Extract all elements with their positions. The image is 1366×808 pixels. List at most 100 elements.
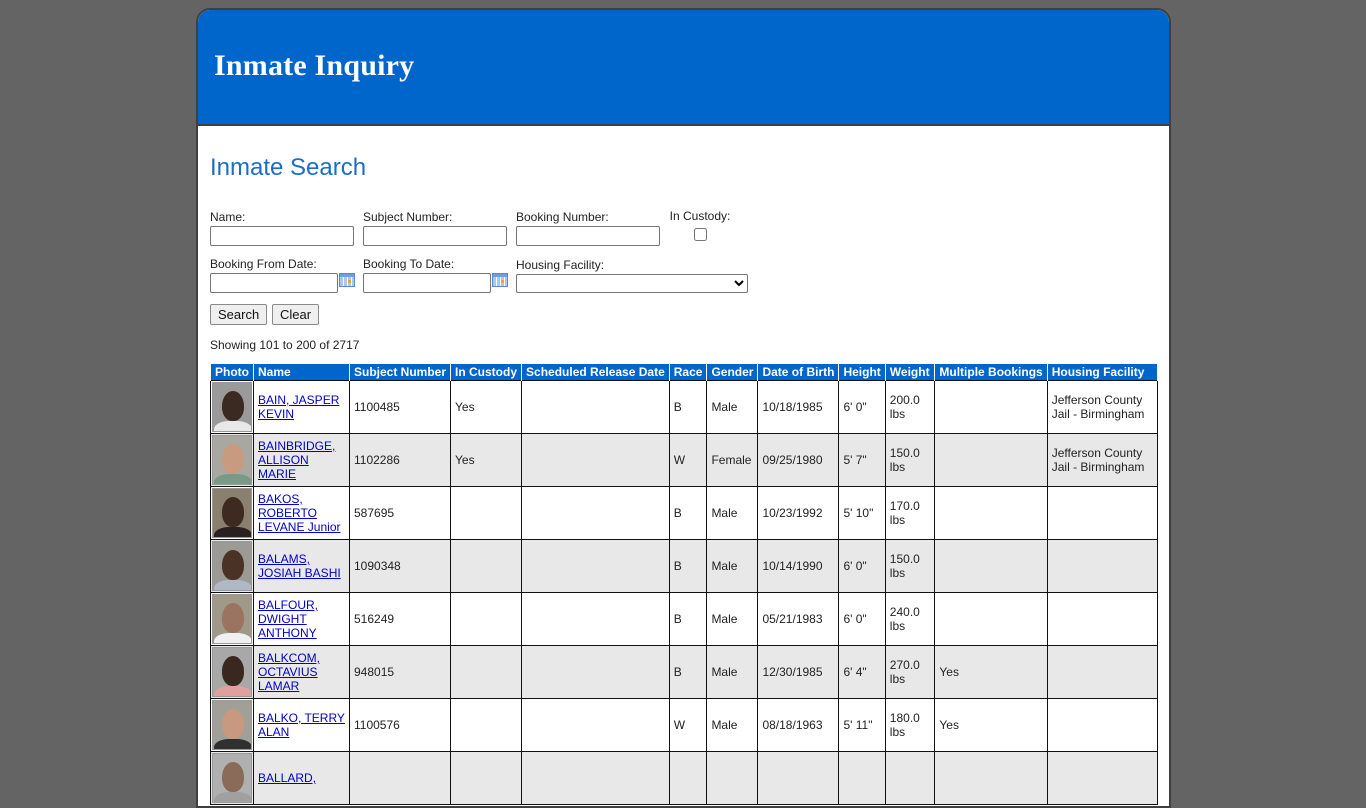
- in-custody-cell: [450, 592, 523, 646]
- inmate-photo[interactable]: [212, 594, 252, 644]
- column-header-gender[interactable]: Gender: [706, 364, 759, 381]
- inmate-name-link[interactable]: BAINBRIDGE, ALLISON MARIE: [258, 439, 335, 481]
- weight-cell: [884, 751, 936, 805]
- weight-cell: 150.0 lbs: [884, 539, 936, 593]
- multiple-bookings-cell: [934, 751, 1048, 805]
- column-header-weight[interactable]: Weight: [884, 364, 936, 381]
- weight-cell: 170.0 lbs: [884, 486, 936, 540]
- housing-facility-select[interactable]: [516, 274, 748, 293]
- column-header-multiple-bookings[interactable]: Multiple Bookings: [934, 364, 1048, 381]
- clear-button[interactable]: Clear: [272, 304, 320, 325]
- booking-to-date-input[interactable]: [363, 273, 491, 293]
- inmate-name-link[interactable]: BALKCOM, OCTAVIUS LAMAR: [258, 651, 320, 693]
- inmate-name-link[interactable]: BALLARD,: [258, 771, 316, 785]
- inmate-photo[interactable]: [212, 435, 252, 485]
- column-header-photo[interactable]: Photo: [210, 364, 254, 381]
- housing-facility-cell: [1046, 592, 1159, 646]
- table-row: BALKCOM, OCTAVIUS LAMAR 948015 B Male 12…: [210, 645, 1159, 699]
- height-cell: [838, 751, 886, 805]
- name-cell: BALAMS, JOSIAH BASHI: [253, 539, 350, 593]
- multiple-bookings-cell: [934, 486, 1048, 540]
- scheduled-release-date-cell: [521, 592, 670, 646]
- inmate-name-link[interactable]: BALAMS, JOSIAH BASHI: [258, 552, 341, 580]
- housing-facility-field-group: Housing Facility:: [516, 258, 748, 293]
- height-cell: 5' 7": [838, 433, 886, 487]
- gender-cell: Male: [706, 486, 759, 540]
- table-row: BAINBRIDGE, ALLISON MARIE 1102286 Yes W …: [210, 433, 1159, 487]
- inmate-photo[interactable]: [212, 700, 252, 750]
- column-header-subject-number[interactable]: Subject Number: [348, 364, 452, 381]
- height-cell: 6' 0": [838, 380, 886, 434]
- scheduled-release-date-cell: [521, 380, 670, 434]
- in-custody-cell: [450, 751, 523, 805]
- calendar-icon[interactable]: [492, 273, 508, 287]
- weight-cell: 180.0 lbs: [884, 698, 936, 752]
- name-cell: BAINBRIDGE, ALLISON MARIE: [253, 433, 350, 487]
- booking-number-input[interactable]: [516, 226, 660, 246]
- gender-cell: Male: [706, 698, 759, 752]
- booking-number-field-group: Booking Number:: [516, 210, 660, 246]
- table-row: BAKOS, ROBERTO LEVANE Junior 587695 B Ma…: [210, 486, 1159, 540]
- multiple-bookings-cell: [934, 539, 1048, 593]
- subject-number-cell: 948015: [348, 645, 452, 699]
- subject-number-cell: 516249: [348, 592, 452, 646]
- scheduled-release-date-cell: [521, 751, 670, 805]
- in-custody-checkbox[interactable]: [693, 228, 707, 241]
- race-cell: [668, 751, 708, 805]
- calendar-icon[interactable]: [339, 273, 355, 287]
- race-cell: B: [668, 592, 708, 646]
- date-of-birth-cell: 10/14/1990: [757, 539, 840, 593]
- column-header-housing-facility[interactable]: Housing Facility: [1046, 364, 1159, 381]
- gender-cell: Male: [706, 539, 759, 593]
- in-custody-cell: Yes: [450, 380, 523, 434]
- subject-number-cell: 1102286: [348, 433, 452, 487]
- column-header-date-of-birth[interactable]: Date of Birth: [757, 364, 840, 381]
- subject-number-cell: 587695: [348, 486, 452, 540]
- in-custody-cell: [450, 539, 523, 593]
- table-row: BAIN, JASPER KEVIN 1100485 Yes B Male 10…: [210, 380, 1159, 434]
- search-button[interactable]: Search: [210, 304, 268, 325]
- name-field-group: Name:: [210, 210, 354, 246]
- gender-cell: Male: [706, 645, 759, 699]
- name-input[interactable]: [210, 226, 354, 246]
- photo-cell: [210, 380, 254, 434]
- column-header-height[interactable]: Height: [838, 364, 886, 381]
- header-banner: Inmate Inquiry: [198, 10, 1169, 126]
- inmate-name-link[interactable]: BALFOUR, DWIGHT ANTHONY: [258, 598, 318, 640]
- inmate-photo[interactable]: [212, 541, 252, 591]
- photo-cell: [210, 486, 254, 540]
- inmate-name-link[interactable]: BALKO, TERRY ALAN: [258, 711, 345, 739]
- in-custody-cell: Yes: [450, 433, 523, 487]
- date-of-birth-cell: 08/18/1963: [757, 698, 840, 752]
- race-cell: W: [668, 698, 708, 752]
- column-header-scheduled-release-date[interactable]: Scheduled Release Date: [521, 364, 670, 381]
- photo-cell: [210, 592, 254, 646]
- date-of-birth-cell: 09/25/1980: [757, 433, 840, 487]
- weight-cell: 270.0 lbs: [884, 645, 936, 699]
- inmate-photo[interactable]: [212, 753, 252, 803]
- subject-number-field-group: Subject Number:: [363, 210, 507, 246]
- multiple-bookings-cell: [934, 433, 1048, 487]
- date-of-birth-cell: 10/23/1992: [757, 486, 840, 540]
- table-row: BALFOUR, DWIGHT ANTHONY 516249 B Male 05…: [210, 592, 1159, 646]
- column-header-race[interactable]: Race: [668, 364, 708, 381]
- booking-from-date-input[interactable]: [210, 273, 338, 293]
- table-row: BALAMS, JOSIAH BASHI 1090348 B Male 10/1…: [210, 539, 1159, 593]
- height-cell: 5' 11": [838, 698, 886, 752]
- column-header-in-custody[interactable]: In Custody: [450, 364, 523, 381]
- scheduled-release-date-cell: [521, 645, 670, 699]
- subject-number-cell: 1100485: [348, 380, 452, 434]
- in-custody-cell: [450, 698, 523, 752]
- inmate-photo[interactable]: [212, 382, 252, 432]
- inmate-photo[interactable]: [212, 488, 252, 538]
- inmate-name-link[interactable]: BAIN, JASPER KEVIN: [258, 393, 339, 421]
- table-row: BALKO, TERRY ALAN 1100576 W Male 08/18/1…: [210, 698, 1159, 752]
- subject-number-input[interactable]: [363, 226, 507, 246]
- inmate-name-link[interactable]: BAKOS, ROBERTO LEVANE Junior: [258, 492, 340, 534]
- column-header-name[interactable]: Name: [253, 364, 350, 381]
- weight-cell: 240.0 lbs: [884, 592, 936, 646]
- table-row: BALLARD,: [210, 751, 1159, 805]
- booking-from-date-label: Booking From Date:: [210, 257, 317, 271]
- date-of-birth-cell: 10/18/1985: [757, 380, 840, 434]
- inmate-photo[interactable]: [212, 647, 252, 697]
